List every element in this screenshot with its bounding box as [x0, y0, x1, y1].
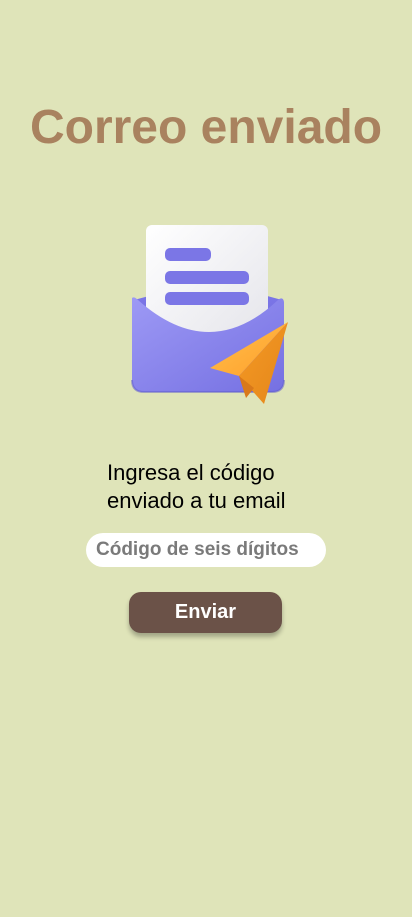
instruction-line-1: Ingresa el código [107, 460, 275, 485]
instruction-text: Ingresa el código enviado a tu email [107, 459, 327, 515]
envelope-letter-plane-icon [131, 225, 288, 404]
envelope-illustration [124, 220, 294, 410]
page-title: Correo enviado [29, 101, 383, 154]
instruction-line-2: enviado a tu email [107, 488, 286, 513]
send-button[interactable]: Enviar [129, 592, 282, 633]
verification-code-input[interactable] [86, 533, 326, 567]
